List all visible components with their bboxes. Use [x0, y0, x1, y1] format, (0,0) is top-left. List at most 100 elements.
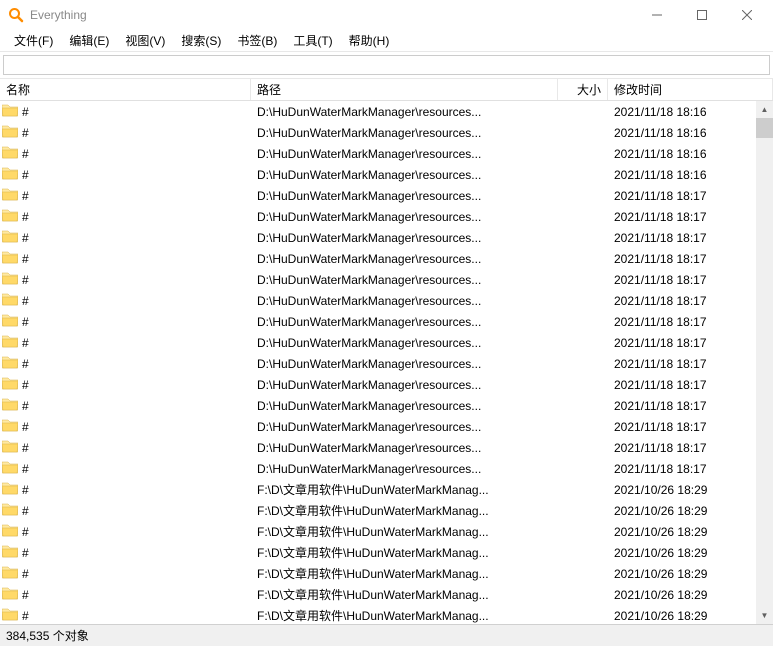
item-name: # [22, 588, 29, 602]
table-row[interactable]: #D:\HuDunWaterMarkManager\resources...20… [0, 416, 756, 437]
menu-search[interactable]: 搜索(S) [173, 29, 229, 52]
maximize-button[interactable] [679, 0, 724, 30]
folder-icon [2, 292, 22, 309]
table-row[interactable]: #D:\HuDunWaterMarkManager\resources...20… [0, 101, 756, 122]
menu-edit[interactable]: 编辑(E) [61, 29, 117, 52]
cell-name: # [0, 586, 251, 603]
table-row[interactable]: #D:\HuDunWaterMarkManager\resources...20… [0, 143, 756, 164]
minimize-button[interactable] [634, 0, 679, 30]
table-row[interactable]: #D:\HuDunWaterMarkManager\resources...20… [0, 332, 756, 353]
cell-date: 2021/11/18 18:17 [608, 441, 756, 455]
folder-icon [2, 460, 22, 477]
item-name: # [22, 126, 29, 140]
table-row[interactable]: #F:\D\文章用软件\HuDunWaterMarkManag...2021/1… [0, 584, 756, 605]
item-name: # [22, 273, 29, 287]
vertical-scrollbar[interactable]: ▲ ▼ [756, 101, 773, 624]
table-row[interactable]: #D:\HuDunWaterMarkManager\resources...20… [0, 290, 756, 311]
item-name: # [22, 189, 29, 203]
cell-name: # [0, 334, 251, 351]
table-row[interactable]: #D:\HuDunWaterMarkManager\resources...20… [0, 395, 756, 416]
cell-path: D:\HuDunWaterMarkManager\resources... [251, 462, 558, 476]
table-row[interactable]: #D:\HuDunWaterMarkManager\resources...20… [0, 458, 756, 479]
table-row[interactable]: #F:\D\文章用软件\HuDunWaterMarkManag... 2021/1… [0, 500, 756, 521]
cell-date: 2021/11/18 18:17 [608, 189, 756, 203]
cell-name: # [0, 418, 251, 435]
header-name-label: 名称 [6, 81, 30, 98]
table-row[interactable]: #D:\HuDunWaterMarkManager\resources...20… [0, 185, 756, 206]
cell-path: D:\HuDunWaterMarkManager\resources... [251, 315, 558, 329]
cell-date: 2021/11/18 18:16 [608, 126, 756, 140]
cell-date: 2021/11/18 18:17 [608, 210, 756, 224]
cell-path: D:\HuDunWaterMarkManager\resources... [251, 294, 558, 308]
item-name: # [22, 441, 29, 455]
cell-date: 2021/10/26 18:29 [608, 504, 756, 518]
results-list[interactable]: #D:\HuDunWaterMarkManager\resources...20… [0, 101, 756, 624]
table-row[interactable]: #D:\HuDunWaterMarkManager\resources...20… [0, 248, 756, 269]
table-row[interactable]: #D:\HuDunWaterMarkManager\resources...20… [0, 437, 756, 458]
close-button[interactable] [724, 0, 769, 30]
cell-path: F:\D\文章用软件\HuDunWaterMarkManag... [251, 523, 558, 540]
cell-path: D:\HuDunWaterMarkManager\resources... [251, 357, 558, 371]
cell-name: # [0, 523, 251, 540]
item-name: # [22, 252, 29, 266]
header-size[interactable]: 大小 [558, 79, 608, 100]
scroll-down-button[interactable]: ▼ [756, 607, 773, 624]
menu-bookmarks[interactable]: 书签(B) [229, 29, 285, 52]
cell-path: D:\HuDunWaterMarkManager\resources... [251, 231, 558, 245]
table-row[interactable]: #F:\D\文章用软件\HuDunWaterMarkManag...2021/1… [0, 479, 756, 500]
table-row[interactable]: #F:\D\文章用软件\HuDunWaterMarkManag...2021/1… [0, 563, 756, 584]
cell-path: F:\D\文章用软件\HuDunWaterMarkManag... [251, 565, 558, 582]
header-path[interactable]: 路径 [251, 79, 558, 100]
folder-icon [2, 313, 22, 330]
table-row[interactable]: #F:\D\文章用软件\HuDunWaterMarkManag...2021/1… [0, 521, 756, 542]
table-row[interactable]: #D:\HuDunWaterMarkManager\resources...20… [0, 353, 756, 374]
folder-icon [2, 124, 22, 141]
cell-name: # [0, 208, 251, 225]
table-row[interactable]: #D:\HuDunWaterMarkManager\resources...20… [0, 122, 756, 143]
header-name[interactable]: 名称 [0, 79, 251, 100]
folder-icon [2, 565, 22, 582]
cell-date: 2021/11/18 18:16 [608, 147, 756, 161]
menu-help[interactable]: 帮助(H) [341, 29, 398, 52]
folder-icon [2, 103, 22, 120]
folder-icon [2, 607, 22, 624]
cell-name: # [0, 565, 251, 582]
folder-icon [2, 523, 22, 540]
folder-icon [2, 418, 22, 435]
header-date[interactable]: 修改时间 [608, 79, 773, 100]
folder-icon [2, 250, 22, 267]
table-row[interactable]: #D:\HuDunWaterMarkManager\resources...20… [0, 311, 756, 332]
cell-name: # [0, 502, 251, 519]
menu-file[interactable]: 文件(F) [6, 29, 61, 52]
cell-path: D:\HuDunWaterMarkManager\resources... [251, 420, 558, 434]
menu-view[interactable]: 视图(V) [117, 29, 173, 52]
folder-icon [2, 187, 22, 204]
app-icon [8, 7, 24, 23]
menu-tools[interactable]: 工具(T) [285, 29, 340, 52]
item-name: # [22, 483, 29, 497]
scroll-track[interactable] [756, 118, 773, 607]
cell-path: F:\D\文章用软件\HuDunWaterMarkManag... [251, 502, 558, 519]
table-row[interactable]: #F:\D\文章用软件\HuDunWaterMarkManag...2021/1… [0, 542, 756, 563]
cell-date: 2021/11/18 18:17 [608, 462, 756, 476]
table-row[interactable]: #D:\HuDunWaterMarkManager\resources...20… [0, 374, 756, 395]
cell-name: # [0, 313, 251, 330]
cell-path: D:\HuDunWaterMarkManager\resources... [251, 105, 558, 119]
table-row[interactable]: #D:\HuDunWaterMarkManager\resources...20… [0, 227, 756, 248]
list-area: #D:\HuDunWaterMarkManager\resources...20… [0, 101, 773, 624]
cell-date: 2021/11/18 18:17 [608, 399, 756, 413]
cell-path: D:\HuDunWaterMarkManager\resources... [251, 210, 558, 224]
table-row[interactable]: #F:\D\文章用软件\HuDunWaterMarkManag...2021/1… [0, 605, 756, 624]
item-name: # [22, 105, 29, 119]
item-name: # [22, 147, 29, 161]
search-input[interactable] [3, 55, 770, 75]
scroll-thumb[interactable] [756, 118, 773, 138]
header-date-label: 修改时间 [614, 81, 662, 98]
scroll-up-button[interactable]: ▲ [756, 101, 773, 118]
table-row[interactable]: #D:\HuDunWaterMarkManager\resources...20… [0, 164, 756, 185]
statusbar: 384,535 个对象 [0, 624, 773, 646]
table-row[interactable]: #D:\HuDunWaterMarkManager\resources...20… [0, 269, 756, 290]
table-row[interactable]: #D:\HuDunWaterMarkManager\resources... 20… [0, 206, 756, 227]
cell-name: # [0, 607, 251, 624]
cell-date: 2021/11/18 18:16 [608, 168, 756, 182]
